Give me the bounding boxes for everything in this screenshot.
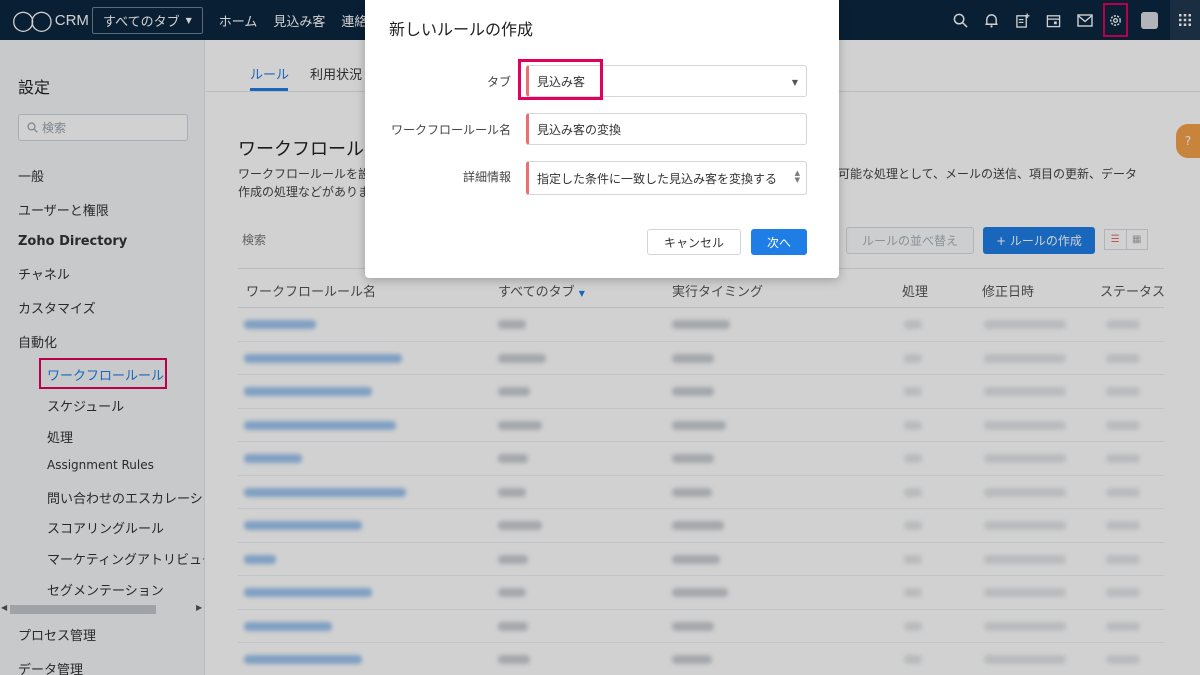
description-textarea[interactable]: 指定した条件に一致した見込み客を変換する ▲ ▼ (526, 161, 807, 195)
textarea-resize-icon[interactable]: ▲ ▼ (795, 170, 800, 184)
caret-down-icon: ▼ (791, 78, 798, 87)
create-rule-modal: 新しいルールの作成 タブ 見込み客 ▼ ワークフロールール名 見込み客の変換 詳… (365, 0, 839, 278)
next-button[interactable]: 次へ (751, 229, 807, 255)
description-label: 詳細情報 (462, 170, 511, 184)
tab-select-highlight-box (518, 59, 603, 100)
rule-name-input[interactable]: 見込み客の変換 (526, 113, 807, 145)
modal-title: 新しいルールの作成 (389, 20, 534, 39)
description-value: 指定した条件に一致した見込み客を変換する (537, 171, 778, 186)
tab-field-label: タブ (486, 75, 511, 89)
rule-name-label: ワークフロールール名 (390, 123, 511, 137)
cancel-button[interactable]: キャンセル (647, 229, 741, 255)
rule-name-value: 見込み客の変換 (537, 122, 622, 137)
